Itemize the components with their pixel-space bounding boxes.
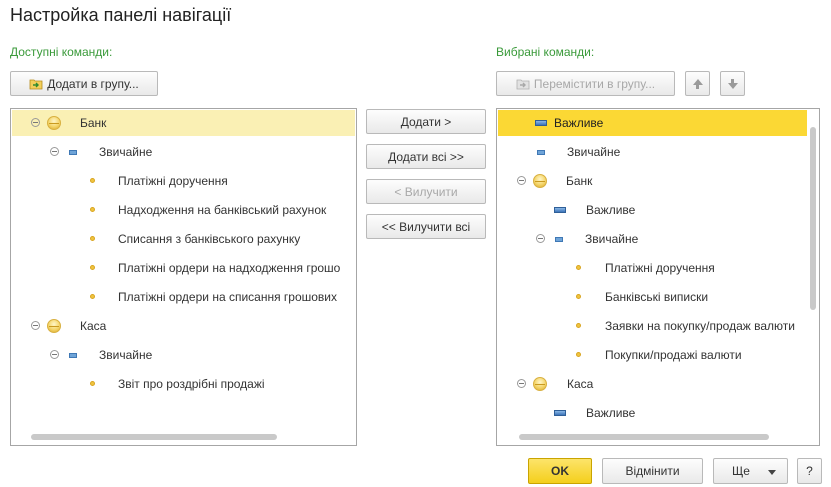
tree-row-label: Банк bbox=[80, 116, 107, 130]
tree-row-label: Звичайне bbox=[99, 145, 153, 159]
tree-row-label: Звичайне bbox=[567, 145, 621, 159]
tree-row-important[interactable]: Важливе bbox=[498, 400, 807, 426]
available-commands-tree[interactable]: Банк Звичайне Платіжні доручення Надходж… bbox=[10, 108, 357, 446]
collapse-icon[interactable] bbox=[517, 379, 526, 388]
vertical-scrollbar[interactable] bbox=[810, 127, 816, 310]
dropdown-arrow-icon bbox=[768, 470, 776, 475]
move-to-group-icon bbox=[516, 78, 530, 90]
window-title: Настройка панелі навігації bbox=[10, 5, 232, 25]
important-icon bbox=[554, 207, 566, 213]
tree-row-label: Заявки на покупку/продаж валюти bbox=[605, 319, 795, 333]
tree-row-label: Платіжні ордери на списання грошових bbox=[118, 290, 338, 304]
selected-commands-label: Вибрані команди: bbox=[496, 45, 595, 59]
tree-row-cash[interactable]: Каса bbox=[498, 371, 807, 397]
tree-row-label: Важливе bbox=[586, 203, 636, 217]
command-icon bbox=[90, 236, 95, 241]
tree-row-regular[interactable]: Звичайне bbox=[12, 342, 355, 368]
tree-row-important[interactable]: Важливе bbox=[498, 197, 807, 223]
remove-all-button[interactable]: << Вилучити всі bbox=[366, 214, 486, 239]
add-all-button[interactable]: Додати всі >> bbox=[366, 144, 486, 169]
add-to-group-label: Додати в групу... bbox=[47, 76, 139, 91]
add-button[interactable]: Додати > bbox=[366, 109, 486, 134]
tree-row-label: Платіжні доручення bbox=[118, 174, 228, 188]
command-icon bbox=[90, 265, 95, 270]
tree-row-regular[interactable]: Звичайне bbox=[12, 139, 355, 165]
move-up-button[interactable] bbox=[685, 71, 710, 96]
tree-row-label: Каса bbox=[80, 319, 107, 333]
tree-row-bank[interactable]: Банк bbox=[498, 168, 807, 194]
tree-row-regular[interactable]: Звичайне bbox=[498, 139, 807, 165]
add-to-group-button[interactable]: Додати в групу... bbox=[10, 71, 158, 96]
tree-row-label: Банківські виписки bbox=[605, 290, 709, 304]
group-icon bbox=[47, 319, 61, 333]
tree-row-item[interactable]: Заявки на покупку/продаж валюти bbox=[498, 313, 807, 339]
arrow-up-icon bbox=[692, 78, 703, 89]
collapse-icon[interactable] bbox=[50, 350, 59, 359]
tree-row-item[interactable]: Покупки/продажі валюти bbox=[498, 342, 807, 368]
cancel-button[interactable]: Відмінити bbox=[602, 458, 703, 484]
command-icon bbox=[576, 352, 581, 357]
group-icon bbox=[533, 377, 547, 391]
command-icon bbox=[90, 207, 95, 212]
collapse-icon[interactable] bbox=[536, 234, 545, 243]
move-down-button[interactable] bbox=[720, 71, 745, 96]
tree-row-cash[interactable]: Каса bbox=[12, 313, 355, 339]
tree-row-item[interactable]: Списання з банківського рахунку bbox=[12, 226, 355, 252]
tree-row-label: Надходження на банківський рахунок bbox=[118, 203, 327, 217]
group-icon bbox=[47, 116, 61, 130]
tree-row-label: Банк bbox=[566, 174, 593, 188]
collapse-icon[interactable] bbox=[31, 321, 40, 330]
tree-row-label: Списання з банківського рахунку bbox=[118, 232, 301, 246]
tree-row-item[interactable]: Платіжні ордери на списання грошових bbox=[12, 284, 355, 310]
arrow-down-icon bbox=[727, 78, 738, 89]
more-button[interactable]: Ще bbox=[713, 458, 788, 484]
move-to-group-button[interactable]: Перемістити в групу... bbox=[496, 71, 675, 96]
add-to-group-icon bbox=[29, 78, 43, 90]
group-icon bbox=[533, 174, 547, 188]
command-icon bbox=[576, 294, 581, 299]
tree-row-label: Платіжні ордери на надходження грошо bbox=[118, 261, 341, 275]
tree-row-label: Каса bbox=[567, 377, 594, 391]
horizontal-scrollbar[interactable] bbox=[519, 434, 769, 440]
horizontal-scrollbar[interactable] bbox=[31, 434, 277, 440]
tree-row-bank[interactable]: Банк bbox=[12, 110, 355, 136]
subgroup-icon bbox=[555, 237, 563, 242]
tree-row-label: Покупки/продажі валюти bbox=[605, 348, 742, 362]
tree-row-label: Звіт про роздрібні продажі bbox=[118, 377, 265, 391]
more-label: Ще bbox=[732, 464, 750, 478]
tree-row-label: Важливе bbox=[586, 406, 636, 420]
command-icon bbox=[90, 178, 95, 183]
tree-row-item[interactable]: Банківські виписки bbox=[498, 284, 807, 310]
command-icon bbox=[90, 381, 95, 386]
tree-row-label: Звичайне bbox=[585, 232, 639, 246]
collapse-icon[interactable] bbox=[31, 118, 40, 127]
subgroup-icon bbox=[69, 353, 77, 358]
tree-row-item[interactable]: Звіт про роздрібні продажі bbox=[12, 371, 355, 397]
remove-button[interactable]: < Вилучити bbox=[366, 179, 486, 204]
tree-row-label: Платіжні доручення bbox=[605, 261, 715, 275]
selected-commands-tree[interactable]: Важливе Звичайне Банк Важливе Звичайне П… bbox=[496, 108, 820, 446]
tree-row-important[interactable]: Важливе bbox=[498, 110, 807, 136]
subgroup-icon bbox=[69, 150, 77, 155]
tree-row-regular[interactable]: Звичайне bbox=[498, 226, 807, 252]
tree-row-item[interactable]: Надходження на банківський рахунок bbox=[12, 197, 355, 223]
tree-row-label: Звичайне bbox=[99, 348, 153, 362]
command-icon bbox=[90, 294, 95, 299]
tree-row-item[interactable]: Платіжні доручення bbox=[12, 168, 355, 194]
tree-row-item[interactable]: Платіжні ордери на надходження грошо bbox=[12, 255, 355, 281]
important-icon bbox=[554, 410, 566, 416]
tree-row-item[interactable]: Платіжні доручення bbox=[498, 255, 807, 281]
ok-button[interactable]: OK bbox=[528, 458, 592, 484]
collapse-icon[interactable] bbox=[517, 176, 526, 185]
move-to-group-label: Перемістити в групу... bbox=[533, 76, 656, 91]
subgroup-icon bbox=[537, 150, 545, 155]
help-button[interactable]: ? bbox=[797, 458, 822, 484]
tree-row-label: Важливе bbox=[554, 116, 604, 130]
collapse-icon[interactable] bbox=[50, 147, 59, 156]
command-icon bbox=[576, 265, 581, 270]
important-icon bbox=[535, 120, 547, 126]
available-commands-label: Доступні команди: bbox=[10, 45, 113, 59]
command-icon bbox=[576, 323, 581, 328]
